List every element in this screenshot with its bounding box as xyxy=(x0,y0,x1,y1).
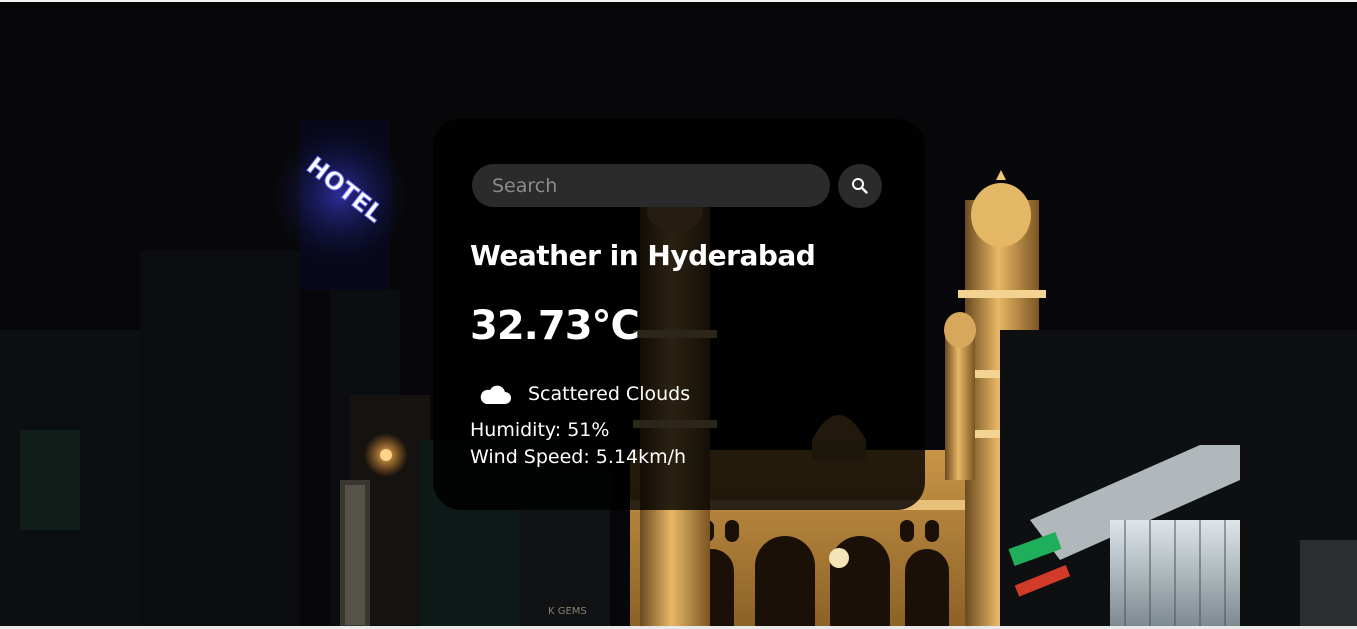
cloud-icon xyxy=(480,385,511,404)
search-icon xyxy=(852,178,868,194)
weather-card: Weather in Hyderabad 32.73°C Scattered C… xyxy=(433,119,925,510)
condition-text: Scattered Clouds xyxy=(528,383,691,405)
search-button[interactable] xyxy=(838,164,882,208)
top-border xyxy=(0,0,1357,2)
humidity-text: Humidity: 51% xyxy=(470,419,610,441)
svg-text:K GEMS: K GEMS xyxy=(548,606,587,617)
search-input[interactable] xyxy=(472,164,830,207)
search-bar xyxy=(472,164,884,208)
wind-speed-text: Wind Speed: 5.14km/h xyxy=(470,446,687,468)
weather-condition: Scattered Clouds xyxy=(478,379,690,409)
temperature: 32.73°C xyxy=(470,303,640,349)
city-title: Weather in Hyderabad xyxy=(470,239,816,272)
